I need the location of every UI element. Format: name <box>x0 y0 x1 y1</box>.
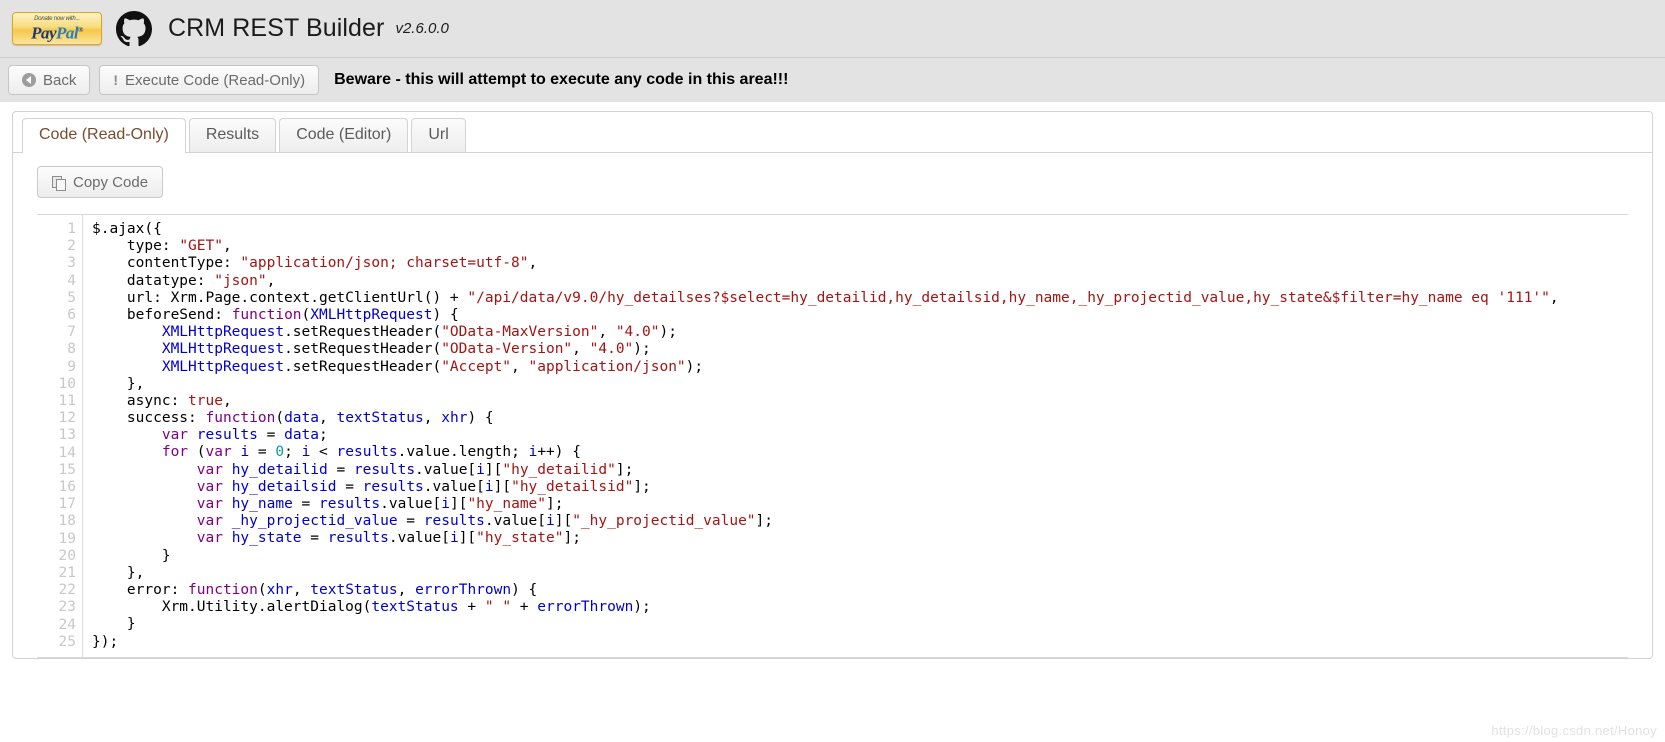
line-number: 19 <box>58 530 76 547</box>
line-number: 13 <box>58 427 76 444</box>
back-button[interactable]: Back <box>8 65 91 95</box>
back-arrow-icon <box>22 73 36 87</box>
code-line: var hy_detailsid = results.value[i]["hy_… <box>196 478 651 495</box>
code-line: for (var i = 0; i < results.value.length… <box>161 444 581 461</box>
copy-code-button[interactable]: Copy Code <box>37 166 164 198</box>
line-number: 20 <box>58 547 76 564</box>
line-number: 23 <box>58 599 76 616</box>
execute-code-button[interactable]: ! Execute Code (Read-Only) <box>99 65 320 95</box>
code-line: success: function(data, textStatus, xhr)… <box>92 410 494 427</box>
page-title: CRM REST Builder <box>168 14 385 42</box>
line-number: 8 <box>67 341 76 358</box>
tab-results[interactable]: Results <box>188 118 277 152</box>
code-line: Xrm.Utility.alertDialog(textStatus + " "… <box>92 599 651 616</box>
code-line: XMLHttpRequest.setRequestHeader("Accept"… <box>161 358 704 375</box>
paypal-pay-text: Pay <box>31 23 57 43</box>
tab-code-read-only[interactable]: Code (Read-Only) <box>22 118 186 153</box>
code-line: }, <box>92 564 145 581</box>
code-line: XMLHttpRequest.setRequestHeader("OData-M… <box>161 324 677 341</box>
tab-code-editor[interactable]: Code (Editor) <box>279 118 409 152</box>
tab-url[interactable]: Url <box>411 118 466 152</box>
warning-exclamation-icon: ! <box>113 72 119 88</box>
line-number: 10 <box>58 375 76 392</box>
paypal-pal-text: Pal <box>56 23 79 43</box>
line-number: 6 <box>67 307 76 324</box>
code-line: var _hy_projectid_value = results.value[… <box>196 513 773 530</box>
code-line: }, <box>92 375 145 392</box>
execution-warning-text: Beware - this will attempt to execute an… <box>334 71 789 88</box>
code-line: async: true, <box>92 392 232 409</box>
code-text[interactable]: $.ajax({ type: "GET", contentType: "appl… <box>83 215 1628 657</box>
code-line: error: function(xhr, textStatus, errorTh… <box>92 581 538 598</box>
action-toolbar: Back ! Execute Code (Read-Only) Beware -… <box>0 57 1665 102</box>
copy-icon <box>52 175 66 191</box>
execute-code-label: Execute Code (Read-Only) <box>125 71 306 89</box>
line-number: 24 <box>58 616 76 633</box>
code-line: datatype: "json", <box>92 272 276 289</box>
tab-panel-code-read-only: Copy Code 1 2 3 4 5 6 7 8 9 10 11 12 13 14 15 16 17 18 19 2… <box>13 153 1652 659</box>
line-number: 4 <box>67 272 76 289</box>
line-number: 17 <box>58 496 76 513</box>
code-line: }); <box>92 633 119 650</box>
line-number: 21 <box>58 565 76 582</box>
code-panel: Code (Read-Only) Results Code (Editor) U… <box>12 111 1653 659</box>
code-line-numbers: 1 2 3 4 5 6 7 8 9 10 11 12 13 14 15 16 17 18 19 20 21 22 23 24 2… <box>37 215 83 658</box>
line-number: 5 <box>67 289 76 306</box>
code-line: var hy_name = results.value[i]["hy_name"… <box>196 496 564 512</box>
line-number: 18 <box>58 513 76 530</box>
paypal-donate-button[interactable]: Donate now with... PayPal® <box>12 12 102 45</box>
code-line: type: "GET", <box>92 238 232 255</box>
line-number: 22 <box>58 582 76 599</box>
code-line: $.ajax({ <box>92 221 162 237</box>
line-number: 16 <box>58 479 76 496</box>
watermark: https://blog.csdn.net/Honoy <box>1491 723 1657 738</box>
github-octocat-icon[interactable] <box>116 10 152 47</box>
line-number: 12 <box>58 410 76 427</box>
line-number: 7 <box>67 324 76 341</box>
copy-code-label: Copy Code <box>73 173 149 191</box>
line-number: 25 <box>58 633 76 650</box>
code-line: XMLHttpRequest.setRequestHeader("OData-V… <box>161 341 651 358</box>
code-line: var hy_detailid = results.value[i]["hy_d… <box>196 461 634 478</box>
app-version: v2.6.0.0 <box>395 20 449 37</box>
code-line: var hy_state = results.value[i]["hy_stat… <box>196 530 581 547</box>
code-line: contentType: "application/json; charset=… <box>92 255 538 272</box>
code-line: var results = data; <box>161 427 328 444</box>
paypal-registered-mark: ® <box>78 25 83 34</box>
line-number: 9 <box>67 358 76 375</box>
code-viewer[interactable]: 1 2 3 4 5 6 7 8 9 10 11 12 13 14 15 16 17 18 19 20 21 22 23 24 2… <box>37 214 1628 659</box>
line-number: 15 <box>58 461 76 478</box>
line-number: 11 <box>58 393 76 410</box>
app-header: Donate now with... PayPal® CRM REST Buil… <box>0 0 1665 57</box>
line-number: 14 <box>58 444 76 461</box>
code-line: url: Xrm.Page.context.getClientUrl() + "… <box>92 289 1559 306</box>
line-number: 2 <box>67 238 76 255</box>
tab-bar: Code (Read-Only) Results Code (Editor) U… <box>13 112 1652 153</box>
paypal-wordmark: PayPal® <box>31 22 83 43</box>
code-line: } <box>92 616 136 633</box>
code-line: } <box>92 547 171 564</box>
back-button-label: Back <box>43 71 77 89</box>
line-number: 1 <box>67 221 76 237</box>
line-number: 3 <box>67 255 76 272</box>
code-line: beforeSend: function(XMLHttpRequest) { <box>92 306 459 323</box>
